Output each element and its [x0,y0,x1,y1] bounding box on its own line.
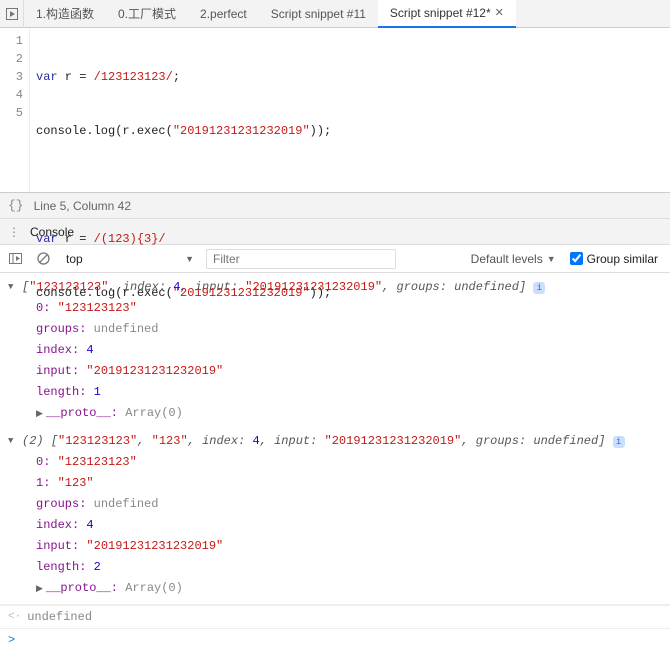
tab-constructor[interactable]: 1.构造函数 [24,0,106,28]
expand-icon[interactable]: ▶ [36,406,46,423]
code-editor[interactable]: 1 2 3 4 5 var r = /123123123/; console.l… [0,28,670,193]
log-entry[interactable]: ▼ (2) ["123123123", "123", index: 4, inp… [0,431,670,452]
group-similar-checkbox[interactable]: Group similar [570,252,658,266]
object-property[interactable]: index: 4 [0,340,670,361]
tab-snippet-11[interactable]: Script snippet #11 [259,0,378,28]
log-levels-selector[interactable]: Default levels ▼ [471,252,556,266]
code-area[interactable]: var r = /123123123/; console.log(r.exec(… [30,28,670,192]
tab-perfect[interactable]: 2.perfect [188,0,259,28]
clear-console-icon[interactable] [32,248,54,270]
object-property[interactable]: ▶__proto__: Array(0) [0,578,670,600]
tab-factory[interactable]: 0.工厂模式 [106,0,188,28]
expand-icon[interactable]: ▼ [8,279,18,296]
tab-label: Script snippet #12* [390,6,491,20]
expand-icon[interactable]: ▶ [36,581,46,598]
return-arrow-icon: <· [8,611,21,623]
run-button[interactable] [0,0,24,28]
object-property[interactable]: length: 2 [0,557,670,578]
tab-label: 2.perfect [200,7,247,21]
object-property[interactable]: input: "20191231231232019" [0,361,670,382]
tab-label: 1.构造函数 [36,5,94,22]
group-similar-label: Group similar [587,252,658,266]
brackets-icon: {} [8,198,24,213]
tab-snippet-12[interactable]: Script snippet #12* ✕ [378,0,516,28]
line-numbers: 1 2 3 4 5 [0,28,30,192]
console-prompt[interactable]: > [0,629,670,651]
info-icon[interactable]: i [613,436,625,448]
chevron-down-icon: ▼ [185,254,194,264]
object-property[interactable]: length: 1 [0,382,670,403]
object-property[interactable]: 1: "123" [0,473,670,494]
tab-bar: 1.构造函数 0.工厂模式 2.perfect Script snippet #… [0,0,670,28]
levels-label: Default levels [471,252,543,266]
group-similar-input[interactable] [570,252,583,265]
close-icon[interactable]: ✕ [495,6,504,19]
expand-icon[interactable]: ▼ [8,433,18,450]
object-property[interactable]: groups: undefined [0,494,670,515]
chevron-down-icon: ▼ [547,254,556,264]
object-property[interactable]: ▶__proto__: Array(0) [0,403,670,425]
context-selector[interactable]: top ▼ [60,250,200,268]
info-icon[interactable]: i [533,282,545,294]
sidebar-toggle-icon[interactable] [4,248,26,270]
cursor-position: Line 5, Column 42 [34,199,131,213]
return-value: <· undefined [0,605,670,629]
filter-input[interactable] [206,249,396,269]
object-property[interactable]: index: 4 [0,515,670,536]
console-tab-label[interactable]: Console [30,225,74,239]
context-value: top [66,252,83,266]
tab-label: 0.工厂模式 [118,5,176,22]
tab-label: Script snippet #11 [271,7,366,21]
object-property[interactable]: input: "20191231231232019" [0,536,670,557]
object-property[interactable]: 0: "123123123" [0,452,670,473]
more-icon[interactable]: ⋮ [8,225,20,239]
prompt-chevron-icon: > [8,633,15,647]
